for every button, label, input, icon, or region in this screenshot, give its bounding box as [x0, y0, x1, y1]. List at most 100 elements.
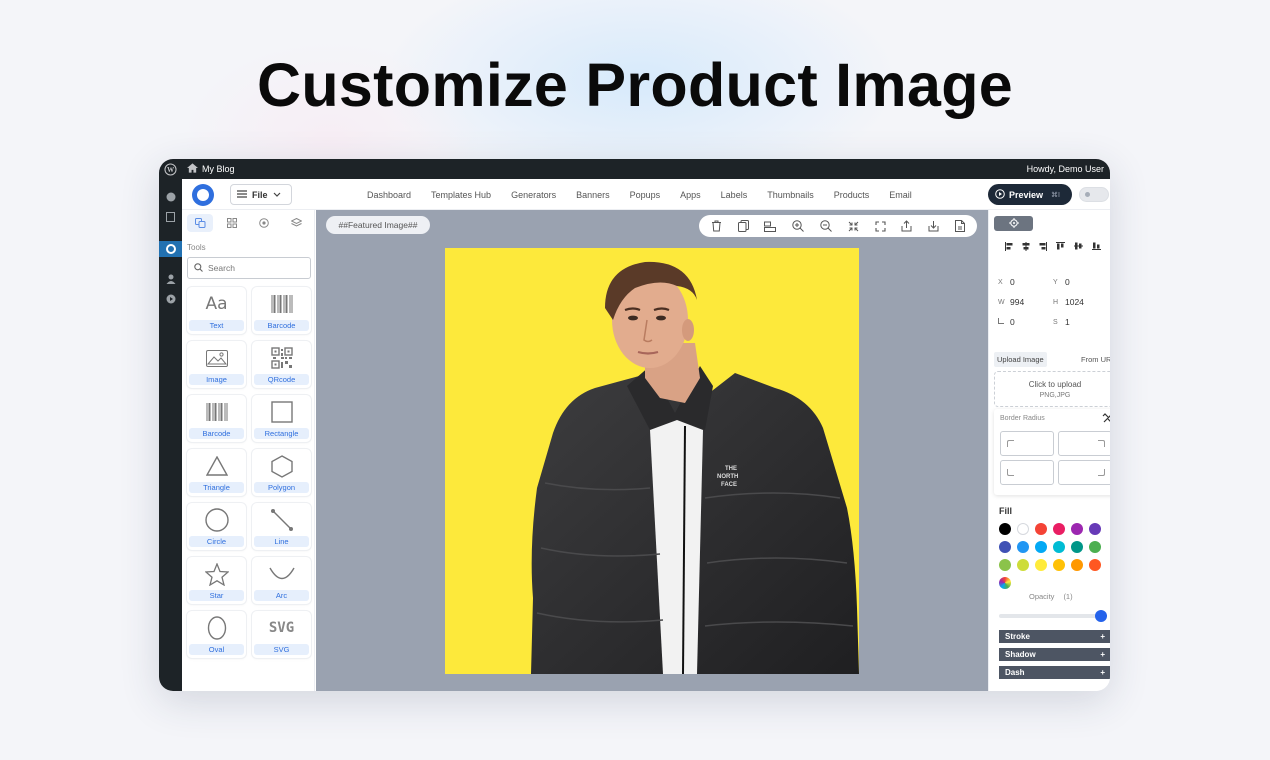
- nav-item-generators[interactable]: Generators: [511, 190, 556, 200]
- posts-menu-icon[interactable]: [159, 209, 182, 225]
- color-swatch[interactable]: [1035, 541, 1047, 553]
- width-field[interactable]: W 994: [998, 297, 1053, 307]
- tool-text[interactable]: Aa Text: [187, 287, 246, 334]
- file-menu-button[interactable]: File: [230, 184, 292, 205]
- nav-item-banners[interactable]: Banners: [576, 190, 610, 200]
- site-name-link[interactable]: My Blog: [202, 164, 235, 174]
- tool-barcode-2[interactable]: Barcode: [187, 395, 246, 442]
- tab-templates[interactable]: [219, 214, 245, 232]
- tab-from-url[interactable]: From URL: [1081, 352, 1110, 367]
- dash-section[interactable]: Dash +: [999, 666, 1110, 679]
- tool-image[interactable]: Image: [187, 341, 246, 388]
- tab-upload-image[interactable]: Upload Image: [994, 352, 1047, 367]
- color-swatch[interactable]: [1053, 523, 1065, 535]
- tool-barcode[interactable]: Barcode: [252, 287, 311, 334]
- wordpress-logo-icon[interactable]: W: [159, 162, 181, 176]
- align-top-icon[interactable]: [1056, 242, 1065, 253]
- tool-triangle[interactable]: Triangle: [187, 449, 246, 496]
- radius-bottom-right-input[interactable]: [1058, 460, 1110, 485]
- color-swatch[interactable]: [999, 523, 1011, 535]
- tab-assets[interactable]: [251, 214, 277, 232]
- color-swatch[interactable]: [1071, 541, 1083, 553]
- color-swatch[interactable]: [1035, 559, 1047, 571]
- preview-button[interactable]: Preview ⌘I: [988, 184, 1072, 205]
- zoom-in-icon[interactable]: [792, 220, 805, 232]
- custom-color-picker-icon[interactable]: [999, 577, 1011, 589]
- nav-item-products[interactable]: Products: [834, 190, 870, 200]
- copy-icon[interactable]: [737, 220, 749, 232]
- tool-qrcode[interactable]: QRcode: [252, 341, 311, 388]
- upload-icon[interactable]: [901, 220, 912, 232]
- align-bottom-icon[interactable]: [1092, 242, 1101, 253]
- color-swatch[interactable]: [1089, 523, 1101, 535]
- color-swatch[interactable]: [1053, 541, 1065, 553]
- tools-search-input[interactable]: Search: [187, 257, 311, 279]
- nav-item-templates-hub[interactable]: Templates Hub: [431, 190, 491, 200]
- home-icon[interactable]: [187, 163, 198, 175]
- nav-item-popups[interactable]: Popups: [630, 190, 661, 200]
- tool-arc[interactable]: Arc: [252, 557, 311, 604]
- color-swatch[interactable]: [1017, 559, 1029, 571]
- color-swatch[interactable]: [1071, 523, 1083, 535]
- align-middle-icon[interactable]: [1074, 242, 1083, 253]
- tool-svg[interactable]: SVG SVG: [252, 611, 311, 658]
- tool-polygon[interactable]: Polygon: [252, 449, 311, 496]
- tab-elements[interactable]: [187, 214, 213, 232]
- scale-field[interactable]: S1: [1053, 317, 1108, 327]
- radius-top-left-input[interactable]: [1000, 431, 1054, 456]
- theme-toggle[interactable]: [1079, 187, 1109, 202]
- nav-item-email[interactable]: Email: [889, 190, 912, 200]
- align-toolbar: [1005, 242, 1101, 253]
- file-icon[interactable]: [955, 220, 966, 232]
- color-swatch[interactable]: [1053, 559, 1065, 571]
- color-swatch[interactable]: [999, 541, 1011, 553]
- nav-item-apps[interactable]: Apps: [680, 190, 701, 200]
- color-swatch[interactable]: [999, 559, 1011, 571]
- tool-star[interactable]: Star: [187, 557, 246, 604]
- featured-image-tag[interactable]: ##Featured Image##: [326, 216, 430, 234]
- color-swatch[interactable]: [1089, 541, 1101, 553]
- download-icon[interactable]: [928, 220, 939, 232]
- dashboard-menu-icon[interactable]: [159, 189, 182, 205]
- tool-line[interactable]: Line: [252, 503, 311, 550]
- tool-oval[interactable]: Oval: [187, 611, 246, 658]
- nav-item-thumbnails[interactable]: Thumbnails: [767, 190, 814, 200]
- radius-bottom-left-input[interactable]: [1000, 460, 1054, 485]
- opacity-slider-handle[interactable]: [1095, 610, 1107, 622]
- featured-product-image[interactable]: THE NORTH FACE: [445, 248, 859, 674]
- tool-rectangle[interactable]: Rectangle: [252, 395, 311, 442]
- shadow-section[interactable]: Shadow +: [999, 648, 1110, 661]
- x-field[interactable]: X0: [998, 277, 1053, 287]
- target-button[interactable]: [994, 216, 1033, 231]
- tool-circle[interactable]: Circle: [187, 503, 246, 550]
- color-swatch[interactable]: [1089, 559, 1101, 571]
- tab-layers[interactable]: [283, 214, 309, 232]
- upload-dropzone[interactable]: Click to upload PNG,JPG: [994, 371, 1110, 407]
- trash-icon[interactable]: [711, 220, 722, 232]
- nav-item-dashboard[interactable]: Dashboard: [367, 190, 411, 200]
- opacity-slider[interactable]: [999, 610, 1107, 622]
- color-swatch[interactable]: [1017, 523, 1029, 535]
- height-field[interactable]: H 1024: [1053, 297, 1108, 307]
- align-left-icon[interactable]: [1005, 242, 1013, 253]
- unlink-icon[interactable]: [1102, 413, 1110, 425]
- fullscreen-icon[interactable]: [875, 220, 886, 232]
- angle-field[interactable]: 0: [998, 317, 1053, 327]
- align-right-icon[interactable]: [1039, 242, 1047, 253]
- nav-item-labels[interactable]: Labels: [721, 190, 748, 200]
- color-swatch[interactable]: [1035, 523, 1047, 535]
- stroke-section[interactable]: Stroke +: [999, 630, 1110, 643]
- y-field[interactable]: Y0: [1053, 277, 1108, 287]
- plugin-menu-icon[interactable]: [159, 241, 182, 257]
- app-logo-icon[interactable]: [192, 184, 214, 206]
- fit-icon[interactable]: [848, 221, 859, 232]
- align-center-icon[interactable]: [1022, 242, 1030, 253]
- zoom-out-icon[interactable]: [820, 220, 832, 232]
- align-icon[interactable]: [764, 221, 777, 232]
- users-menu-icon[interactable]: [159, 271, 182, 287]
- user-greeting[interactable]: Howdy, Demo User: [1027, 164, 1104, 174]
- color-swatch[interactable]: [1071, 559, 1083, 571]
- color-swatch[interactable]: [1017, 541, 1029, 553]
- radius-top-right-input[interactable]: [1058, 431, 1110, 456]
- media-menu-icon[interactable]: [159, 291, 182, 307]
